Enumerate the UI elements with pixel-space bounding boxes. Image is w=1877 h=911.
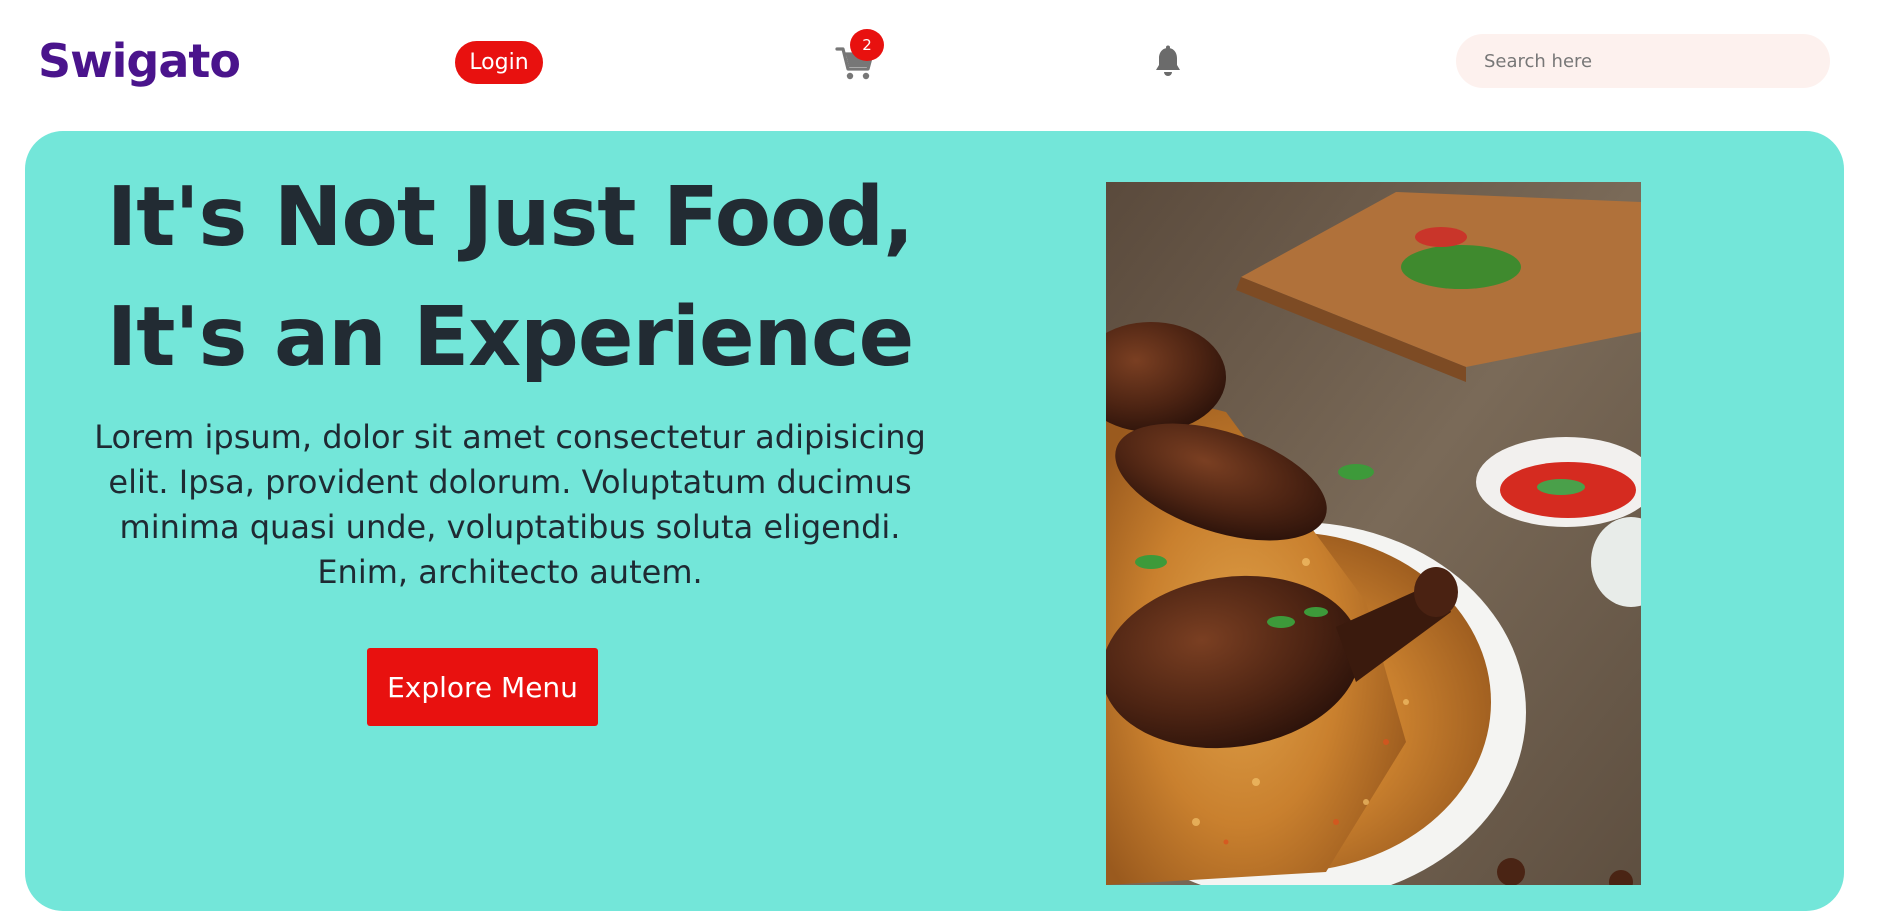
hero-headline-line2: It's an Experience [106, 290, 914, 385]
login-button[interactable]: Login [455, 41, 543, 84]
hero-headline-line1: It's Not Just Food, [106, 170, 915, 265]
brand-logo[interactable]: Swigato [38, 34, 241, 88]
hero-description: Lorem ipsum, dolor sit amet consectetur … [94, 418, 926, 591]
bell-icon[interactable] [1154, 45, 1182, 79]
explore-menu-button[interactable]: Explore Menu [367, 648, 598, 726]
cart-count-badge: 2 [850, 29, 884, 61]
search-input[interactable] [1456, 34, 1830, 88]
biryani-food-image [1106, 182, 1641, 885]
hero-headline: It's Not Just Food, It's an Experience [60, 158, 960, 398]
